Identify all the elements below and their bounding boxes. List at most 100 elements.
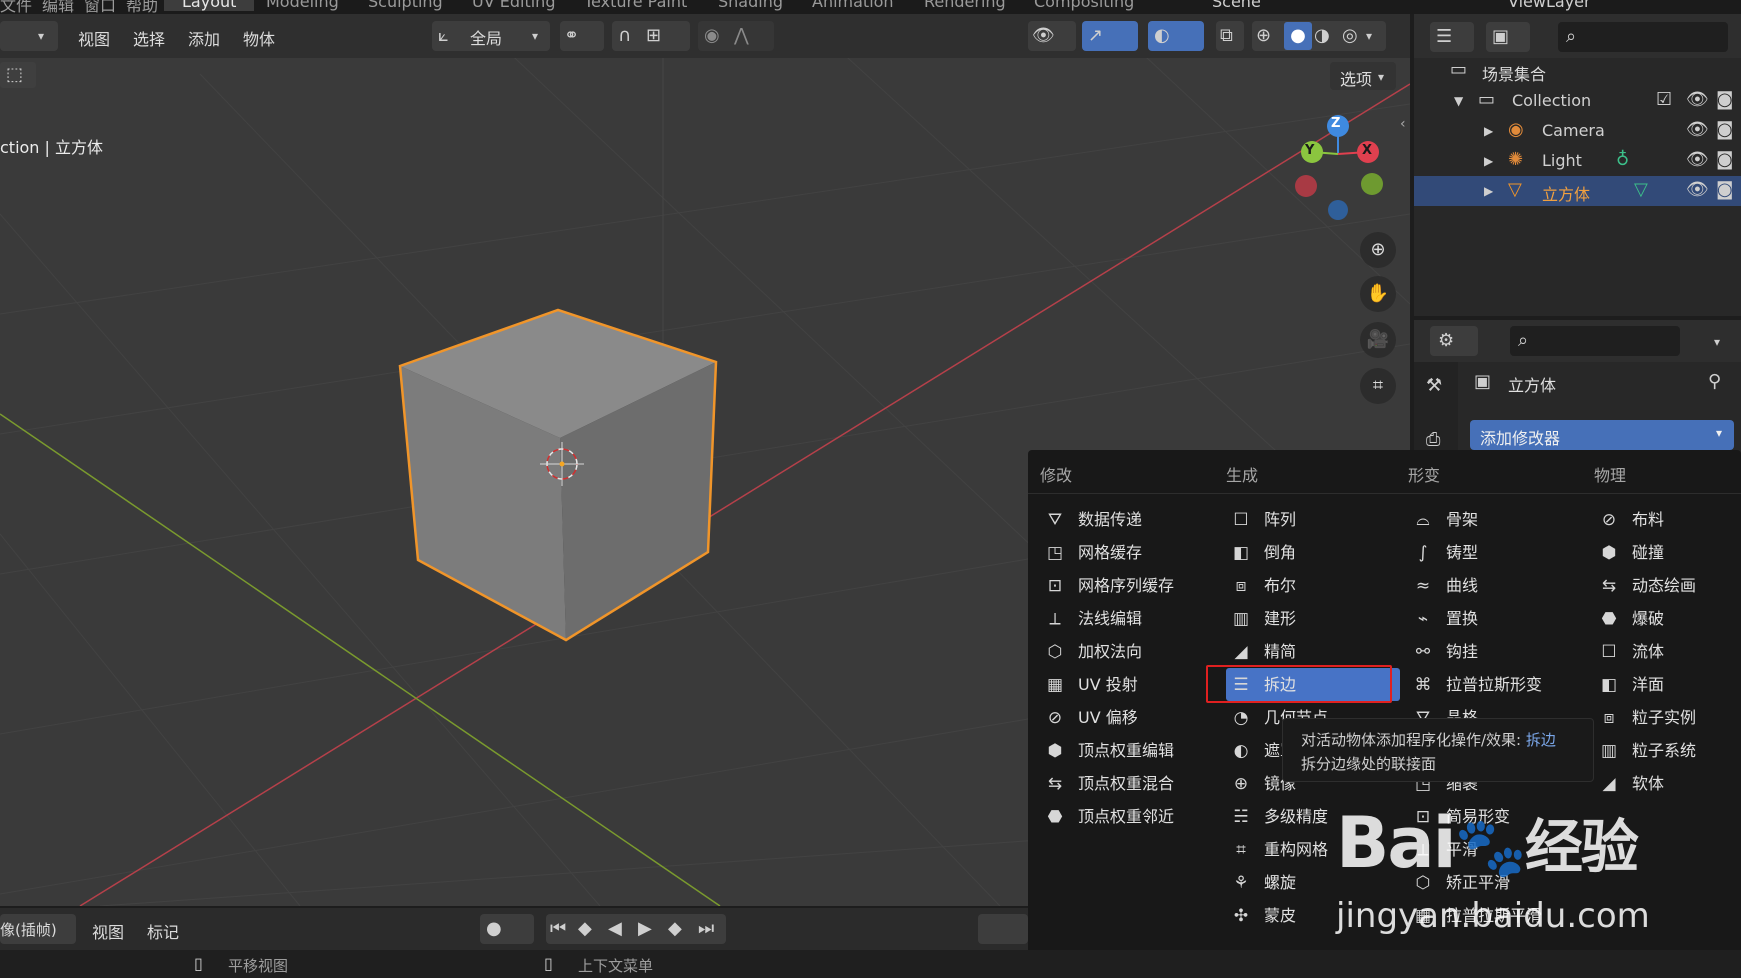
chevron-down-icon[interactable]: ▾ — [1714, 332, 1720, 352]
render-camera-icon[interactable]: ◙ — [1716, 120, 1733, 140]
expand-arrow-icon[interactable]: ▶ — [1484, 121, 1493, 141]
overlays-toggle[interactable]: ◐ — [1148, 21, 1204, 51]
modifier-menu-item[interactable]: ∫ 铸型 — [1408, 536, 1584, 569]
expand-arrow-icon[interactable]: ▶ — [1484, 151, 1493, 171]
tab-shading[interactable]: Shading — [718, 0, 783, 11]
modifier-menu-item[interactable]: ⬢ 顶点权重编辑 — [1040, 734, 1214, 767]
modifier-menu-item[interactable]: ⌘ 拉普拉斯形变 — [1408, 668, 1584, 701]
sidebar-toggle-icon[interactable]: ‹ — [1400, 116, 1406, 132]
menu-select[interactable]: 选择 — [133, 26, 165, 50]
zoom-icon[interactable]: ⊕ — [1360, 232, 1396, 268]
modifier-menu-item[interactable]: ◢ 软体 — [1594, 767, 1738, 800]
eye-icon[interactable]: 👁 — [1686, 150, 1709, 170]
select-mode-toggle[interactable]: ⬚ — [0, 62, 36, 88]
expand-arrow-icon[interactable]: ▶ — [1484, 181, 1493, 201]
modifier-menu-item[interactable]: ⛛ 数据传递 — [1040, 503, 1214, 536]
jump-end-icon[interactable]: ⏭ — [698, 919, 714, 939]
modifier-menu-item[interactable]: ⊘ UV 偏移 — [1040, 701, 1214, 734]
properties-editor-dropdown[interactable]: ⚙ — [1430, 326, 1478, 356]
tab-rendering[interactable]: Rendering — [924, 0, 1006, 11]
modifier-menu-item[interactable]: ◧ 倒角 — [1226, 536, 1400, 569]
menu-add[interactable]: 添加 — [188, 26, 220, 50]
solid-shading-icon[interactable]: ● — [1284, 22, 1312, 50]
tool-icon[interactable]: ⚒ — [1426, 376, 1442, 396]
modifier-menu-item[interactable]: ◧ 洋面 — [1594, 668, 1738, 701]
material-shading-icon[interactable]: ◑ — [1314, 26, 1330, 46]
render-camera-icon[interactable]: ◙ — [1716, 150, 1733, 170]
next-keyframe-icon[interactable]: ◆ — [668, 919, 682, 939]
tab-texture-paint[interactable]: Texture Paint — [584, 0, 687, 11]
transform-orientation-dropdown[interactable]: ⟀ 全局 ▾ — [432, 21, 550, 51]
modifier-menu-item[interactable]: ◢ 精简 — [1226, 635, 1400, 668]
modifier-menu-item[interactable]: ≈ 曲线 — [1408, 569, 1584, 602]
modifier-menu-item[interactable]: ⬣ 顶点权重邻近 — [1040, 800, 1214, 833]
modifier-menu-item[interactable]: ⬣ 爆破 — [1594, 602, 1738, 635]
properties-search-input[interactable]: ⌕ — [1510, 326, 1680, 356]
modifier-menu-item[interactable]: ⚯ 钩挂 — [1408, 635, 1584, 668]
display-mode-dropdown[interactable]: ☰ — [1430, 22, 1474, 52]
rendered-shading-icon[interactable]: ◎ — [1342, 26, 1358, 46]
modifier-menu-item[interactable]: ⬡ 加权法向 — [1040, 635, 1214, 668]
tab-layout[interactable]: Layout — [164, 0, 255, 11]
modifier-menu-item[interactable]: ☐ 阵列 — [1226, 503, 1400, 536]
modifier-menu-item[interactable]: ⇆ 顶点权重混合 — [1040, 767, 1214, 800]
xray-toggle[interactable]: ⧉ — [1216, 21, 1244, 51]
modifier-menu-item[interactable]: ⌓ 骨架 — [1408, 503, 1584, 536]
timeline-menu-view[interactable]: 视图 — [92, 919, 124, 943]
navigation-gizmo[interactable] — [1286, 108, 1398, 228]
wireframe-shading-icon[interactable]: ⊕ — [1256, 26, 1271, 46]
modifier-menu-item[interactable]: ▥ 粒子系统 — [1594, 734, 1738, 767]
modifier-menu-item[interactable]: ⇆ 动态绘画 — [1594, 569, 1738, 602]
view-layer-name[interactable]: ViewLayer — [1508, 0, 1591, 11]
auto-keying-toggle[interactable]: ● — [480, 914, 534, 944]
tab-uv-editing[interactable]: UV Editing — [472, 0, 555, 11]
modifier-menu-item[interactable]: ⟂ 法线编辑 — [1040, 602, 1214, 635]
snap-toggle[interactable]: ∩ ⊞ — [612, 21, 690, 51]
tab-compositing[interactable]: Compositing — [1034, 0, 1134, 11]
modifier-menu-item[interactable]: ⬢ 碰撞 — [1594, 536, 1738, 569]
modifier-menu-item[interactable]: ▦ UV 投射 — [1040, 668, 1214, 701]
eye-icon[interactable]: 👁 — [1686, 90, 1709, 110]
outliner-search-input[interactable]: ⌕ — [1558, 22, 1728, 52]
tab-file[interactable]: 文件 — [0, 0, 32, 14]
current-frame-field[interactable] — [978, 914, 1028, 944]
render-camera-icon[interactable]: ◙ — [1716, 90, 1733, 110]
render-camera-icon[interactable]: ◙ — [1716, 180, 1733, 200]
outliner-scene-collection[interactable]: ▭ 场景集合 — [1414, 56, 1741, 86]
add-modifier-button[interactable]: 添加修改器 ▾ — [1470, 420, 1734, 450]
render-icon[interactable]: ⎙ — [1426, 430, 1440, 450]
play-reverse-icon[interactable]: ◀ — [608, 919, 622, 939]
modifier-menu-item[interactable]: ⊘ 布料 — [1594, 503, 1738, 536]
play-icon[interactable]: ▶ — [638, 919, 652, 939]
outliner-item-collection[interactable]: ▼ ▭ Collection ☑ 👁 ◙ — [1414, 86, 1741, 116]
chevron-down-icon[interactable]: ▾ — [1366, 26, 1372, 46]
prev-keyframe-icon[interactable]: ◆ — [578, 919, 592, 939]
hand-pan-icon[interactable]: ✋ — [1360, 276, 1396, 312]
tab-animation[interactable]: Animation — [812, 0, 894, 11]
tab-sculpting[interactable]: Sculpting — [368, 0, 443, 11]
menu-object[interactable]: 物体 — [243, 26, 275, 50]
modifier-menu-item[interactable]: ⌁ 置换 — [1408, 602, 1584, 635]
jump-start-icon[interactable]: ⏮ — [550, 919, 566, 939]
modifier-menu-item[interactable]: ◳ 网格缓存 — [1040, 536, 1214, 569]
outliner-item-light[interactable]: ▶ ✺ Light ♁ 👁 ◙ — [1414, 146, 1741, 176]
modifier-menu-item[interactable]: ☐ 流体 — [1594, 635, 1738, 668]
timeline-menu-marker[interactable]: 标记 — [147, 919, 179, 943]
menu-view[interactable]: 视图 — [78, 26, 110, 50]
scene-name[interactable]: Scene — [1212, 0, 1261, 11]
eye-icon[interactable]: 👁 — [1686, 120, 1709, 140]
expand-arrow-icon[interactable]: ▼ — [1454, 91, 1463, 111]
options-dropdown[interactable]: 选项 ▾ — [1330, 62, 1396, 90]
keying-mode-dropdown[interactable]: 像(插帧) — [0, 914, 76, 944]
tab-edit[interactable]: 编辑 — [42, 0, 74, 14]
tab-modeling[interactable]: Modeling — [266, 0, 339, 11]
gizmo-toggle[interactable]: ↗ — [1082, 21, 1138, 51]
eye-icon[interactable]: 👁 — [1686, 180, 1709, 200]
visibility-dropdown[interactable]: 👁 — [1028, 21, 1076, 51]
modifier-menu-item[interactable]: ⧈ 粒子实例 — [1594, 701, 1738, 734]
editor-type-dropdown[interactable]: ▾ — [0, 21, 58, 51]
camera-view-icon[interactable]: 🎥 — [1360, 322, 1396, 358]
outliner-item-cube[interactable]: ▶ ▽ 立方体 ▽ 👁 ◙ — [1414, 176, 1741, 206]
tab-help[interactable]: 帮助 — [126, 0, 158, 14]
pivot-point-dropdown[interactable]: ⚭ — [560, 21, 604, 51]
